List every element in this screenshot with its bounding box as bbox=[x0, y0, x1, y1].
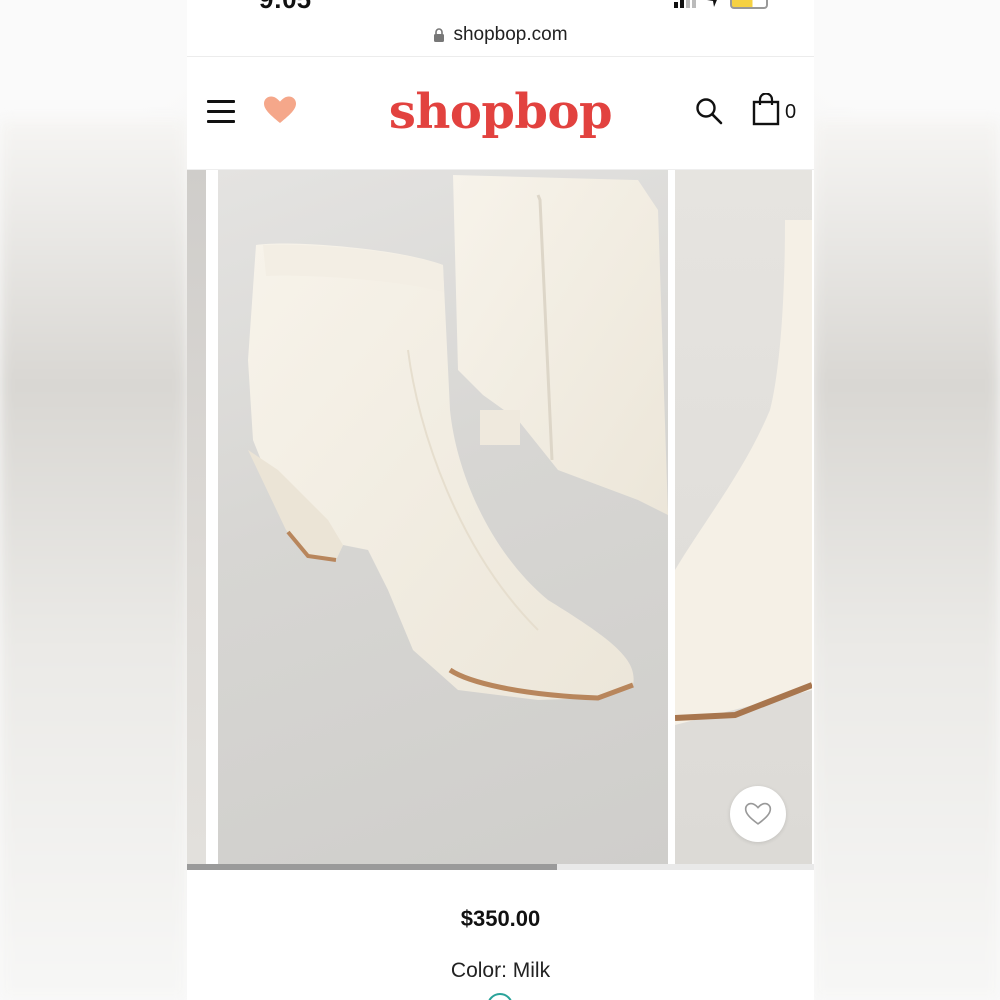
color-swatch[interactable] bbox=[487, 993, 513, 1000]
lock-icon bbox=[434, 27, 445, 42]
site-header: shopbop 0 bbox=[187, 57, 814, 170]
heart-outline-icon bbox=[744, 802, 772, 825]
product-price: $350.00 bbox=[460, 906, 541, 931]
carousel-scrollbar[interactable] bbox=[187, 864, 814, 870]
address-bar[interactable]: shopbop.com bbox=[187, 14, 814, 57]
color-label: Color: bbox=[450, 959, 513, 982]
color-value: Milk bbox=[512, 959, 551, 982]
add-to-wishlist-button[interactable] bbox=[730, 786, 786, 842]
next-image[interactable] bbox=[675, 170, 812, 864]
boot-photo-icon bbox=[248, 175, 668, 701]
location-icon bbox=[710, 0, 717, 7]
url-text: shopbop.com bbox=[453, 24, 568, 45]
main-product-image[interactable] bbox=[218, 170, 668, 864]
phone-screen: 9:05 shopbop.com shopbop 0 bbox=[187, 0, 814, 1000]
status-bar: 9:05 bbox=[187, 0, 814, 15]
background-right bbox=[813, 120, 1000, 1000]
product-image-carousel[interactable] bbox=[187, 170, 814, 864]
carousel-scroll-thumb[interactable] bbox=[187, 864, 557, 870]
search-icon[interactable] bbox=[695, 97, 723, 125]
boot-photo-icon bbox=[675, 220, 812, 725]
cart-count: 0 bbox=[785, 101, 797, 123]
battery-icon bbox=[730, 0, 768, 9]
product-color: Color: Milk bbox=[187, 959, 814, 983]
shopping-bag-icon[interactable] bbox=[752, 93, 780, 126]
status-icons bbox=[674, 0, 768, 9]
status-time: 9:05 bbox=[259, 0, 311, 15]
previous-image[interactable] bbox=[187, 170, 212, 864]
signal-icon bbox=[674, 0, 696, 8]
background-left bbox=[0, 120, 187, 1000]
